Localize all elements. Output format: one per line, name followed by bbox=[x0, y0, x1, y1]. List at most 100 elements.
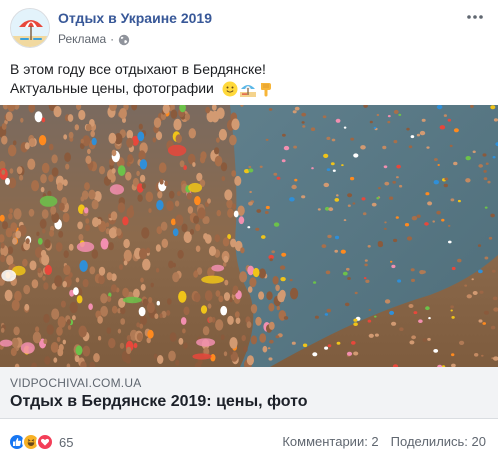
person-dot bbox=[57, 316, 66, 328]
love-reaction-icon bbox=[36, 433, 54, 451]
person-dot bbox=[56, 336, 61, 342]
umbrella-shape bbox=[0, 339, 13, 347]
globe-icon[interactable] bbox=[118, 33, 130, 46]
person-dot bbox=[175, 359, 180, 366]
person-dot bbox=[156, 200, 164, 211]
link-domain: VIDPOCHIVAI.COM.UA bbox=[10, 376, 142, 390]
person-dot bbox=[195, 224, 201, 232]
swimmer-dot bbox=[310, 127, 316, 131]
swimmer-dot bbox=[490, 213, 495, 218]
swimmer-dot bbox=[326, 168, 331, 171]
person-dot bbox=[117, 202, 126, 213]
person-dot bbox=[93, 353, 100, 363]
person-dot bbox=[41, 162, 50, 174]
person-dot bbox=[147, 329, 154, 339]
person-dot bbox=[13, 208, 22, 220]
person-dot bbox=[207, 303, 212, 309]
swimmer-dot bbox=[313, 281, 317, 284]
swimmer-dot bbox=[478, 269, 483, 274]
swimmer-dot bbox=[324, 313, 329, 316]
person-dot bbox=[85, 155, 92, 164]
swimmer-dot bbox=[273, 222, 280, 227]
person-dot bbox=[117, 328, 122, 334]
person-dot bbox=[100, 293, 108, 304]
person-dot bbox=[215, 319, 224, 331]
person-dot bbox=[259, 333, 267, 343]
post-photo[interactable] bbox=[0, 105, 498, 367]
person-dot bbox=[63, 250, 69, 258]
person-dot bbox=[239, 271, 248, 283]
person-dot bbox=[203, 233, 209, 240]
person-dot bbox=[139, 174, 146, 183]
reaction-count: 65 bbox=[59, 434, 74, 450]
person-dot bbox=[155, 244, 161, 252]
person-dot bbox=[141, 227, 150, 239]
swimmer-dot bbox=[384, 299, 391, 304]
person-dot bbox=[157, 355, 164, 364]
sponsored-label[interactable]: Реклама bbox=[58, 32, 106, 46]
swimmer-dot bbox=[436, 105, 443, 110]
reactions-summary[interactable]: 65 bbox=[8, 433, 73, 451]
person-dot bbox=[80, 138, 85, 144]
swimmer-dot bbox=[492, 296, 498, 301]
person-dot bbox=[39, 219, 47, 229]
person-dot bbox=[197, 207, 206, 219]
shares-count-link[interactable]: Поделились: 20 bbox=[391, 434, 486, 449]
person-dot bbox=[250, 304, 258, 314]
person-dot bbox=[120, 318, 126, 325]
person-dot bbox=[8, 213, 13, 220]
person-dot bbox=[1, 123, 7, 130]
person-dot bbox=[54, 275, 63, 287]
swimmer-dot bbox=[451, 316, 455, 319]
swimmer-dot bbox=[436, 210, 441, 215]
more-options-button[interactable] bbox=[462, 6, 488, 28]
person-dot bbox=[75, 277, 80, 283]
link-title[interactable]: Отдых в Бердянске 2019: цены, фото bbox=[10, 393, 308, 411]
person-dot bbox=[31, 279, 39, 289]
person-dot bbox=[44, 239, 51, 249]
swimmer-dot bbox=[457, 258, 462, 263]
emoji-row bbox=[222, 81, 274, 98]
swimmer-dot bbox=[398, 113, 402, 116]
swimmer-dot bbox=[413, 311, 418, 315]
person-dot bbox=[82, 278, 89, 288]
swimmer-dot bbox=[474, 353, 479, 357]
swimmer-dot bbox=[449, 144, 453, 148]
swimmer-dot bbox=[350, 176, 355, 181]
person-dot bbox=[232, 289, 237, 296]
person-dot bbox=[166, 310, 171, 316]
swimmer-dot bbox=[265, 205, 270, 210]
person-dot bbox=[139, 159, 148, 170]
swimmer-dot bbox=[282, 133, 286, 137]
comments-count-link[interactable]: Комментарии: 2 bbox=[282, 434, 378, 449]
swimmer-dot bbox=[255, 227, 260, 231]
swimmer-dot bbox=[393, 238, 398, 243]
swimmer-dot bbox=[483, 310, 489, 315]
swimmer-dot bbox=[376, 197, 380, 200]
swimmer-dot bbox=[493, 118, 498, 122]
person-dot bbox=[156, 268, 160, 273]
person-dot bbox=[220, 334, 225, 340]
person-dot bbox=[78, 109, 86, 121]
swimmer-dot bbox=[279, 265, 286, 270]
link-preview[interactable]: VIDPOCHIVAI.COM.UA Отдых в Бердянске 201… bbox=[0, 367, 498, 419]
person-dot bbox=[50, 206, 57, 215]
person-dot bbox=[66, 277, 71, 284]
person-dot bbox=[51, 308, 60, 320]
person-dot bbox=[216, 209, 222, 217]
swimmer-dot bbox=[471, 278, 474, 281]
person-dot bbox=[122, 287, 129, 298]
swimmer-dot bbox=[427, 337, 431, 341]
crowded-beach-photo bbox=[0, 105, 498, 367]
person-dot bbox=[222, 237, 230, 247]
person-dot bbox=[154, 313, 159, 319]
swimmer-dot bbox=[418, 319, 423, 323]
person-dot bbox=[78, 234, 84, 241]
beach-umbrella-icon bbox=[239, 85, 256, 98]
person-dot bbox=[170, 109, 178, 119]
swimmer-dot bbox=[335, 118, 341, 123]
page-avatar[interactable] bbox=[10, 8, 50, 48]
person-dot bbox=[218, 128, 227, 141]
person-dot bbox=[290, 287, 299, 300]
page-name-link[interactable]: Отдых в Украине 2019 bbox=[58, 10, 212, 26]
